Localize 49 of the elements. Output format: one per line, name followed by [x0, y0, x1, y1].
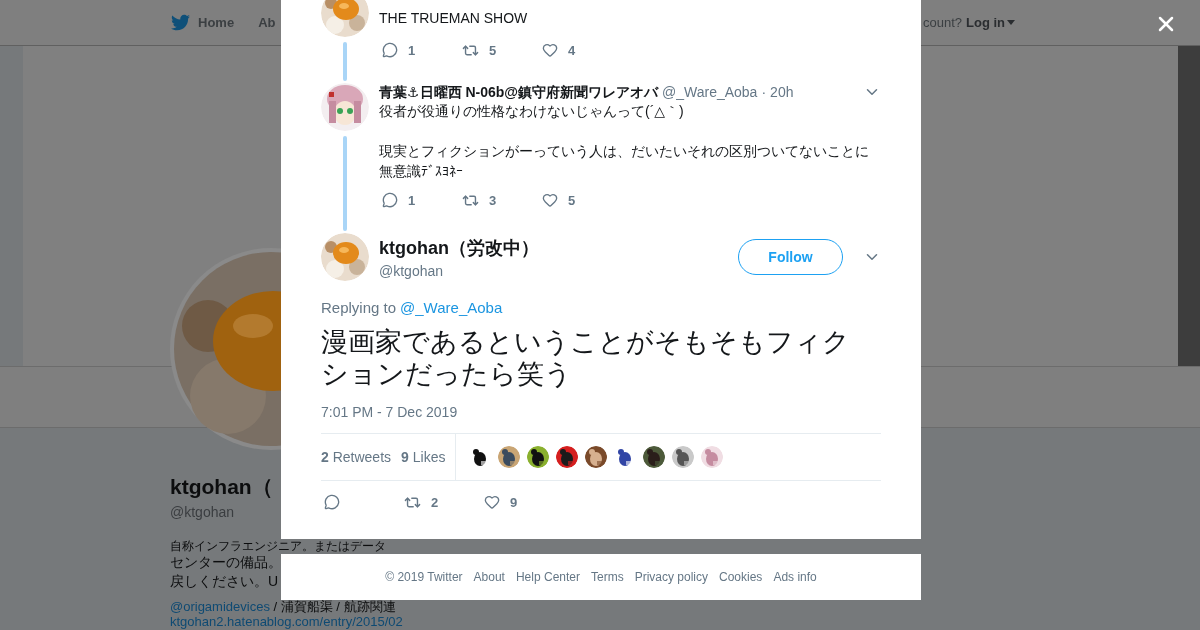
tweet-text: THE TRUEMAN SHOW: [379, 9, 529, 28]
like-icon: [542, 192, 558, 208]
footer-link[interactable]: Cookies: [719, 570, 763, 584]
reply-button[interactable]: 1: [379, 192, 459, 208]
author-handle[interactable]: @_Ware_Aoba: [662, 83, 758, 101]
retweet-button[interactable]: 5: [459, 41, 539, 59]
reply-icon: [382, 42, 398, 58]
profile-handle: @ktgohan: [170, 504, 236, 520]
bird-icon: [171, 13, 190, 32]
author-name[interactable]: 青葉⚓日曜西 N-06b@鎮守府新聞ワレアオバ: [379, 83, 658, 101]
footer-link[interactable]: Privacy policy: [634, 570, 708, 584]
author-name[interactable]: ktgohan（労改中）: [379, 235, 728, 260]
login-link[interactable]: Log in: [966, 15, 1015, 30]
like-icon: [542, 42, 558, 58]
replying-label: Replying to: [321, 299, 397, 316]
reply-button[interactable]: 1: [379, 42, 459, 58]
retweet-count-link[interactable]: 2 Retweets: [321, 449, 392, 465]
nav-link[interactable]: Ab: [258, 15, 276, 30]
tweet-time[interactable]: 20h: [770, 83, 794, 101]
caret-icon: [1007, 20, 1015, 25]
retweet-button[interactable]: 3: [459, 191, 539, 209]
footer-link[interactable]: © 2019 Twitter: [385, 570, 463, 584]
retweet-button[interactable]: 2: [401, 493, 481, 511]
tweet-text: 漫画家であるということがそもそもフィクションだったら笑う: [321, 326, 851, 390]
footer-link[interactable]: Terms: [591, 570, 624, 584]
profile-name: ktgohan（: [170, 474, 274, 500]
author-handle[interactable]: @ktgohan: [379, 262, 728, 279]
tweet-text: 役者が役通りの性格なわけないじゃんって(´△｀) 現実とフィクションがーっていう人は、だいたいそれの区別ついてないことに無意識ﾃﾞｽﾖﾈｰ: [379, 102, 870, 181]
footer-link[interactable]: Help Center: [515, 570, 580, 584]
bio-text: 戻しください。U: [170, 573, 279, 589]
mention-link[interactable]: @_Ware_Aoba: [400, 299, 503, 316]
nav-link[interactable]: Home: [171, 13, 235, 32]
reply-icon: [382, 192, 398, 208]
follow-button[interactable]: Follow: [738, 239, 843, 275]
bio-text: センターの備品。: [170, 554, 282, 570]
account-prompt: count?: [922, 15, 962, 30]
like-button[interactable]: 9: [481, 494, 561, 510]
like-icon: [484, 494, 500, 510]
tweet-timestamp: 7:01 PM - 7 Dec 2019: [321, 404, 459, 420]
reply-icon: [324, 494, 340, 510]
like-button[interactable]: 4: [539, 42, 619, 58]
footer-link[interactable]: Ads info: [773, 570, 817, 584]
like-count-link[interactable]: 9 Likes: [401, 449, 446, 465]
like-button[interactable]: 5: [539, 192, 619, 208]
separator-dot: ·: [761, 83, 767, 101]
bio-text: / 浦賀船渠 / 航跡関連: [272, 599, 396, 614]
thread-line: [343, 42, 347, 81]
bio-text: 自称インフラエンジニア。またはデータ: [170, 539, 386, 553]
footer-link[interactable]: About: [473, 570, 505, 584]
